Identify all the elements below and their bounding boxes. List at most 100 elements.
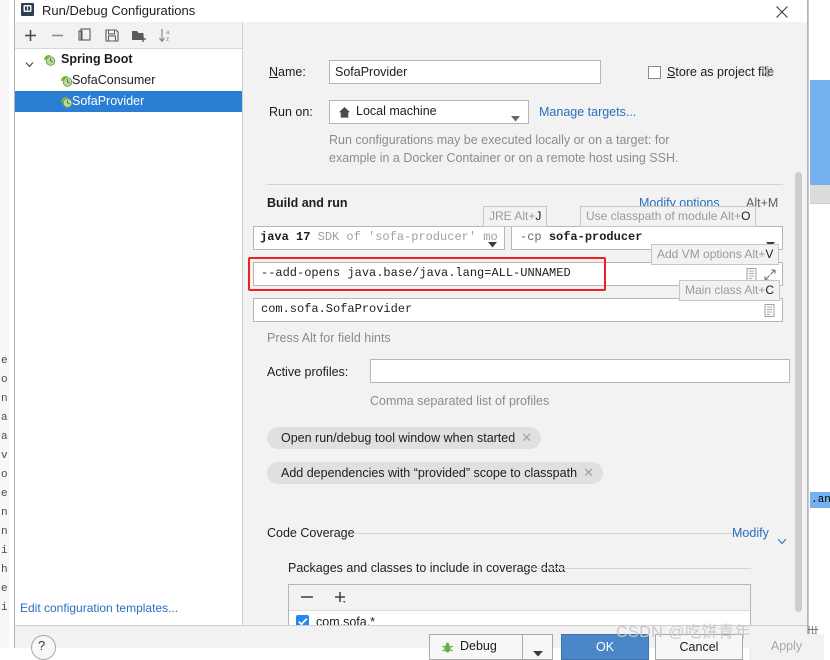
run-debug-configurations-dialog: Run/Debug Configurations a z Spring Boot…: [14, 0, 824, 660]
chevron-down-icon: [533, 646, 543, 660]
plus-dropdown-icon[interactable]: [333, 590, 349, 606]
add-button[interactable]: [21, 26, 41, 45]
name-label: Name:: [269, 65, 306, 79]
tree-item-label: SofaConsumer: [72, 73, 156, 87]
active-profiles-description: Comma separated list of profiles: [370, 394, 550, 408]
background-editor-char: n: [1, 393, 8, 405]
apply-button: Apply: [749, 634, 824, 660]
jre-field-hint: JRE Alt+J: [483, 206, 548, 227]
packages-toolbar: [289, 585, 750, 611]
background-separator: [810, 203, 830, 204]
background-editor-divider: [808, 0, 809, 648]
run-on-label: Run on:: [269, 105, 313, 119]
run-on-value: Local machine: [356, 104, 437, 118]
classpath-value: -cp sofa-producer: [520, 230, 643, 244]
store-as-project-file-checkbox[interactable]: [648, 66, 661, 79]
code-coverage-heading: Code Coverage: [267, 526, 355, 540]
debug-label: Debug: [460, 639, 497, 653]
background-editor-char: e: [1, 583, 8, 595]
jre-select[interactable]: java 17 SDK of 'sofa-producer' mo: [253, 226, 505, 250]
background-editor-char: h: [1, 564, 8, 576]
background-selection-highlight: [810, 80, 830, 185]
debug-button[interactable]: Debug: [429, 634, 523, 660]
right-pane-scrollbar-thumb[interactable]: [795, 172, 802, 612]
svg-text:z: z: [166, 36, 169, 43]
store-as-project-file-label: Store as project file: [667, 65, 775, 79]
configurations-left-pane: a z Spring Boot SofaConsumer SofaProvide…: [15, 22, 243, 625]
main-class-field-hint: Main class Alt+C: [679, 280, 781, 301]
main-class-input[interactable]: com.sofa.SofaProvider: [253, 298, 783, 322]
vm-options-field-hint: Add VM options Alt+V: [651, 244, 780, 265]
background-code-snippet: .ang: [810, 492, 830, 508]
background-editor-char: o: [1, 374, 8, 386]
chip-label: Open run/debug tool window when started: [281, 431, 516, 445]
save-icon[interactable]: [102, 26, 122, 45]
tree-item-label: Spring Boot: [61, 52, 133, 66]
background-row-highlight: [810, 185, 830, 203]
tree-item-label: SofaProvider: [72, 94, 145, 108]
configurations-tree: Spring Boot SofaConsumer SofaProvider: [15, 49, 242, 609]
help-label: ?: [38, 638, 46, 653]
background-editor-char: n: [1, 507, 8, 519]
chip-label: Add dependencies with “provided” scope t…: [281, 466, 578, 480]
code-coverage-modify-link[interactable]: Modify: [732, 526, 769, 540]
background-editor-char: i: [1, 602, 8, 614]
home-icon: [338, 106, 351, 119]
section-divider: [526, 568, 751, 569]
copy-icon[interactable]: [75, 26, 95, 45]
background-editor-char: n: [1, 526, 8, 538]
chevron-down-icon: [488, 237, 497, 249]
active-profiles-input[interactable]: [370, 359, 790, 383]
dialog-titlebar: Run/Debug Configurations: [15, 0, 807, 23]
tree-item-sofaconsumer[interactable]: SofaConsumer: [15, 70, 242, 91]
background-editor-char: i: [1, 545, 8, 557]
option-chip-open-tool-window[interactable]: Open run/debug tool window when started …: [267, 427, 542, 449]
option-chip-provided-scope[interactable]: Add dependencies with “provided” scope t…: [267, 462, 604, 484]
section-divider: [267, 184, 783, 185]
package-checkbox[interactable]: [296, 615, 309, 625]
background-editor-char: e: [1, 355, 8, 367]
tree-item-sofaprovider[interactable]: SofaProvider: [15, 91, 242, 112]
spring-boot-icon: [42, 53, 57, 67]
browse-class-icon[interactable]: [764, 304, 776, 317]
gear-icon[interactable]: [761, 65, 775, 79]
close-chip-icon[interactable]: ✕: [521, 427, 532, 449]
tree-item-spring-boot[interactable]: Spring Boot: [15, 49, 242, 70]
active-profiles-label: Active profiles:: [267, 365, 349, 379]
dialog-title: Run/Debug Configurations: [42, 3, 196, 18]
configurations-toolbar: a z: [15, 22, 242, 49]
debug-dropdown-button[interactable]: [523, 634, 553, 660]
configuration-editor-pane: Name: SofaProvider Store as project file: [243, 22, 807, 625]
chevron-down-icon: [511, 111, 520, 125]
close-chip-icon[interactable]: ✕: [583, 462, 594, 484]
name-input[interactable]: SofaProvider: [329, 60, 601, 84]
remove-button[interactable]: [48, 26, 68, 45]
folder-add-icon[interactable]: [129, 26, 149, 45]
run-debug-icon: [20, 3, 35, 18]
package-label: com.sofa.*: [316, 615, 376, 625]
vm-options-value: --add-opens java.base/java.lang=ALL-UNNA…: [261, 266, 571, 280]
run-on-description-line1: Run configurations may be executed local…: [329, 133, 670, 147]
run-on-select[interactable]: Local machine: [329, 100, 529, 124]
jre-value: java 17 SDK of 'sofa-producer' mo: [260, 230, 498, 244]
classpath-field-hint: Use classpath of module Alt+O: [580, 206, 757, 227]
sort-alpha-icon[interactable]: a z: [156, 26, 176, 45]
manage-targets-link[interactable]: Manage targets...: [539, 105, 636, 119]
background-editor-char: e: [1, 488, 8, 500]
packages-section-label: Packages and classes to include in cover…: [288, 561, 566, 575]
background-editor-left: eonaavoennihei: [0, 0, 15, 648]
run-on-description-line2: example in a Docker Container or on a re…: [329, 151, 679, 165]
minus-icon[interactable]: [301, 596, 313, 598]
close-icon[interactable]: [771, 2, 793, 20]
background-editor-char: a: [1, 431, 8, 443]
chevron-down-icon[interactable]: [25, 55, 34, 68]
build-and-run-heading: Build and run: [267, 196, 348, 210]
svg-text:a: a: [166, 29, 170, 36]
csdn-watermark: CSDN @吃饼青年: [616, 624, 752, 641]
edit-configuration-templates-link[interactable]: Edit configuration templates...: [20, 601, 178, 615]
chevron-down-icon[interactable]: [777, 533, 787, 547]
background-editor-char: o: [1, 469, 8, 481]
section-divider: [353, 533, 751, 534]
background-editor-char: a: [1, 412, 8, 424]
field-hints-text: Press Alt for field hints: [267, 331, 391, 345]
